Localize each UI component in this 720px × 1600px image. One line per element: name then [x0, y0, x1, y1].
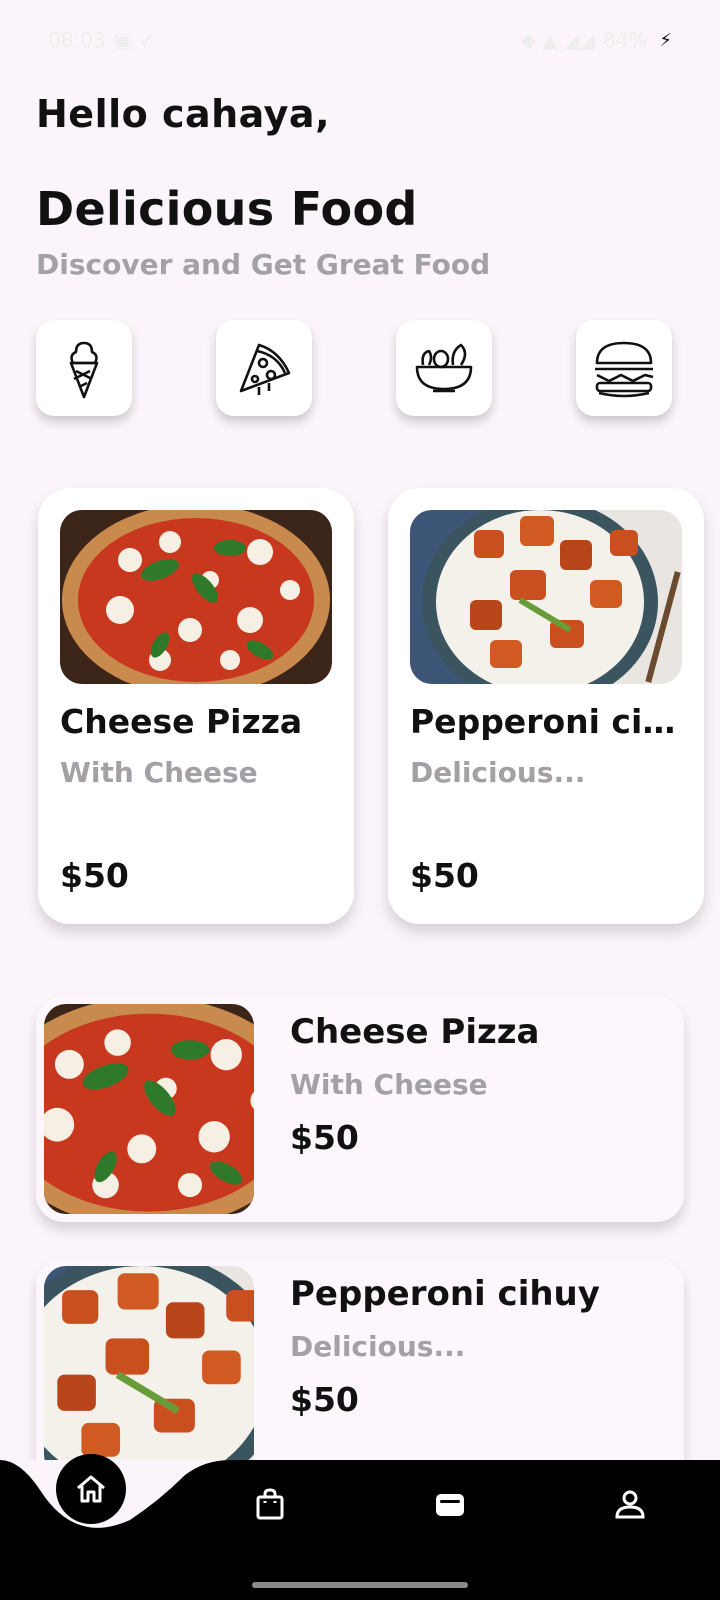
- category-salad[interactable]: [396, 320, 492, 416]
- home-icon: [77, 1475, 105, 1503]
- nav-home[interactable]: [56, 1454, 126, 1524]
- food-name: Cheese Pizza: [60, 702, 303, 741]
- battery-level: 84%: [602, 28, 648, 52]
- nav-orders[interactable]: [250, 1484, 290, 1524]
- burger-icon: [595, 341, 654, 398]
- food-description: Delicious...: [410, 756, 586, 789]
- category-burger[interactable]: [576, 320, 672, 416]
- food-image: [44, 1266, 254, 1476]
- food-description: With Cheese: [60, 756, 258, 789]
- charging-icon: ⚡: [659, 29, 672, 51]
- nav-wallet[interactable]: [430, 1484, 470, 1524]
- featured-card-pepperoni[interactable]: Pepperoni cih... Delicious... $50: [388, 488, 704, 924]
- home-indicator[interactable]: [252, 1582, 468, 1588]
- profile-icon: [615, 1490, 645, 1519]
- status-bar: 08:03 ▣ ✓ ◆ ▲ ◢◢ 84% ⚡: [0, 0, 720, 80]
- wallet-icon: [436, 1494, 464, 1516]
- list-item-cheese-pizza[interactable]: Cheese Pizza With Cheese $50: [36, 996, 684, 1222]
- notification-icon: ▣ ✓: [113, 28, 156, 52]
- ice-cream-icon: [69, 341, 99, 399]
- food-description: Delicious...: [290, 1330, 466, 1363]
- featured-card-cheese-pizza[interactable]: Cheese Pizza With Cheese $50: [38, 488, 354, 924]
- food-description: With Cheese: [290, 1068, 488, 1101]
- food-price: $50: [290, 1380, 359, 1419]
- shopping-bag-icon: [256, 1488, 284, 1520]
- salad-bowl-icon: [415, 343, 473, 393]
- food-price: $50: [60, 856, 129, 895]
- food-name: Pepperoni cihuy: [290, 1274, 600, 1314]
- list-item-pepperoni[interactable]: Pepperoni cihuy Delicious... $50: [36, 1258, 684, 1484]
- food-price: $50: [290, 1118, 359, 1157]
- page-title: Delicious Food: [36, 182, 418, 236]
- category-pizza[interactable]: [216, 320, 312, 416]
- status-time: 08:03: [48, 28, 106, 52]
- food-image: [410, 510, 682, 684]
- category-row: [36, 320, 686, 418]
- food-name: Cheese Pizza: [290, 1012, 540, 1052]
- food-image: [44, 1004, 254, 1214]
- category-ice-cream[interactable]: [36, 320, 132, 416]
- greeting-text: Hello cahaya,: [36, 92, 331, 136]
- signal-icon: ◆ ▲ ◢◢: [520, 28, 595, 52]
- food-name: Pepperoni cih...: [410, 702, 692, 741]
- food-image: [60, 510, 332, 684]
- food-price: $50: [410, 856, 479, 895]
- page-subtitle: Discover and Get Great Food: [36, 248, 491, 281]
- nav-profile[interactable]: [610, 1484, 650, 1524]
- pizza-slice-icon: [239, 343, 291, 395]
